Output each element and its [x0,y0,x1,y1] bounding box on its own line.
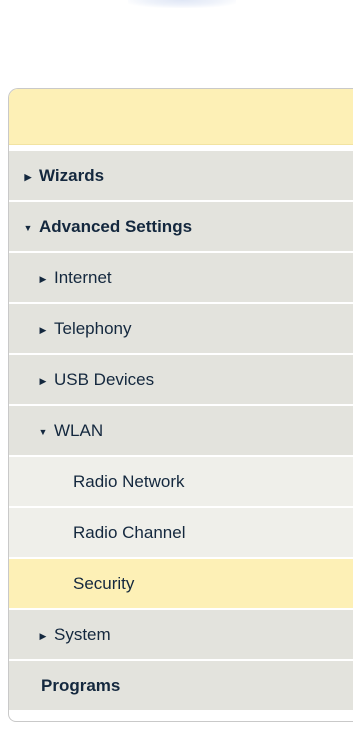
menu-item-label: WLAN [54,421,104,440]
menu-item-label: Security [73,574,135,593]
menu-item-advanced-settings[interactable]: ▼ Advanced Settings [9,202,353,251]
menu-item-label: Radio Network [73,472,185,491]
menu-item-radio-network[interactable]: Radio Network [9,457,353,506]
menu-item-programs[interactable]: Programs [9,661,353,710]
navigation-menu: ▶ Wizards ▼ Advanced Settings ▶ Internet ▶ T… [9,151,353,710]
menu-item-label: USB Devices [54,370,155,389]
top-decoration [128,0,236,8]
triangle-right-icon: ▶ [39,325,47,335]
menu-item-system[interactable]: ▶ System [9,610,353,659]
triangle-down-icon: ▼ [38,427,48,437]
menu-item-label: Telephony [54,319,132,338]
menu-item-wlan[interactable]: ▼ WLAN [9,406,353,455]
menu-item-label: System [54,625,111,644]
triangle-right-icon: ▶ [39,274,47,284]
menu-item-label: Internet [54,268,112,287]
menu-item-telephony[interactable]: ▶ Telephony [9,304,353,353]
navigation-panel: ▶ Wizards ▼ Advanced Settings ▶ Internet ▶ T… [8,88,353,722]
menu-item-label: Wizards [39,166,105,185]
triangle-right-icon: ▶ [39,376,47,386]
triangle-down-icon: ▼ [23,223,33,233]
menu-item-label: Radio Channel [73,523,186,542]
menu-item-radio-channel[interactable]: Radio Channel [9,508,353,557]
menu-item-wizards[interactable]: ▶ Wizards [9,151,353,200]
triangle-right-icon: ▶ [24,172,32,182]
menu-item-label: Programs [41,676,121,695]
menu-item-label: Advanced Settings [39,217,193,236]
triangle-right-icon: ▶ [39,631,47,641]
menu-item-usb-devices[interactable]: ▶ USB Devices [9,355,353,404]
menu-item-internet[interactable]: ▶ Internet [9,253,353,302]
menu-item-security[interactable]: Security [9,559,353,608]
navigation-header [9,89,353,145]
